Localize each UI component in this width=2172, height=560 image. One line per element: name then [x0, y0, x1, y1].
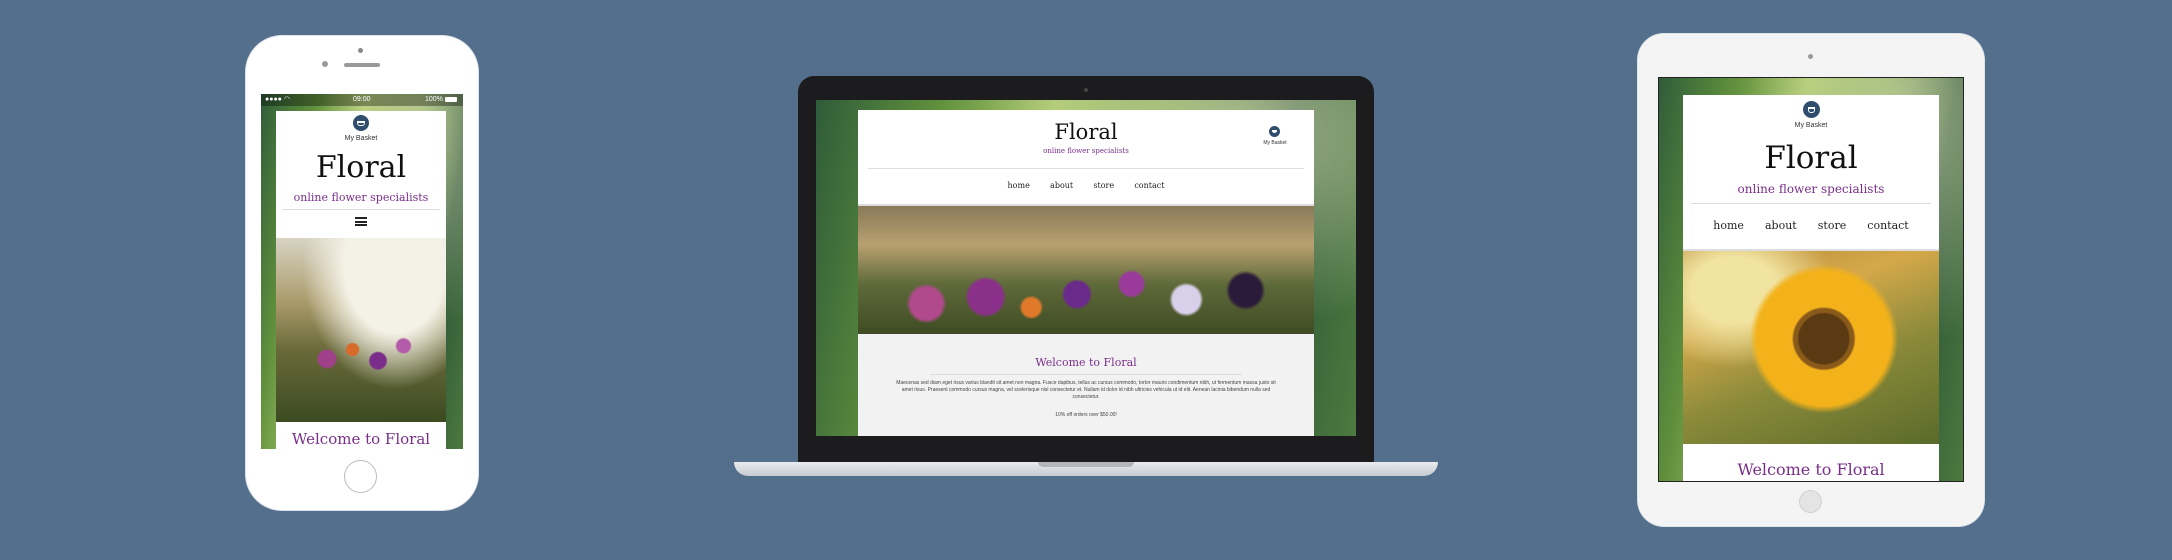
phone-time: 09:00	[353, 96, 371, 103]
hero-image	[1683, 249, 1939, 446]
welcome-heading: Welcome to Floral	[291, 430, 431, 448]
site-logo[interactable]: Floral	[858, 122, 1314, 143]
basket-label[interactable]: My Basket	[1683, 122, 1939, 129]
home-button-icon[interactable]	[344, 460, 377, 493]
site-tagline: online flower specialists	[1737, 182, 1885, 196]
nav-store[interactable]: store	[1818, 219, 1846, 232]
phone-battery: 100%	[425, 96, 443, 103]
nav-home[interactable]: home	[1008, 181, 1030, 190]
main-nav: home about store contact	[858, 181, 1314, 190]
laptop-device: Floral online flower specialists My Bask…	[734, 76, 1438, 476]
phone-screen: ●●●● ◠ 09:00 100% My Basket Floral onlin…	[261, 94, 463, 449]
phone-status-bar: ●●●● ◠ 09:00 100%	[261, 94, 463, 106]
header-divider	[1691, 203, 1931, 204]
tablet-device: My Basket Floral online flower specialis…	[1638, 34, 1984, 526]
header-divider	[868, 168, 1304, 169]
welcome-section: Welcome to Floral	[1683, 444, 1939, 481]
phone-camera	[358, 48, 363, 53]
nav-about[interactable]: about	[1050, 181, 1073, 190]
main-nav: home about store contact	[1683, 219, 1939, 232]
site-tagline: online flower specialists	[293, 191, 429, 204]
hamburger-menu-icon[interactable]	[355, 217, 367, 226]
laptop-camera	[1084, 88, 1088, 92]
site-logo[interactable]: Floral	[1683, 143, 1939, 174]
welcome-heading: Welcome to Floral	[1737, 460, 1885, 479]
basket-icon[interactable]	[353, 115, 369, 131]
basket-label[interactable]: My Basket	[1254, 140, 1296, 146]
laptop-screen: Floral online flower specialists My Bask…	[816, 100, 1356, 436]
nav-store[interactable]: store	[1093, 181, 1114, 190]
nav-contact[interactable]: contact	[1134, 181, 1164, 190]
tablet-header: My Basket Floral online flower specialis…	[1683, 95, 1939, 249]
mobile-header: My Basket Floral online flower specialis…	[276, 111, 446, 236]
site-logo[interactable]: Floral	[276, 153, 446, 183]
header-divider	[282, 209, 440, 210]
basket-label[interactable]: My Basket	[276, 135, 446, 142]
signal-icon: ●●●● ◠	[265, 96, 290, 103]
basket-icon[interactable]	[1803, 101, 1820, 118]
intro-text: Maecenas sed diam eget risus varius blan…	[896, 380, 1276, 400]
tablet-screen: My Basket Floral online flower specialis…	[1658, 77, 1964, 482]
tablet-camera	[1808, 54, 1813, 59]
welcome-section: Welcome to Floral Maecenas sed diam eget…	[858, 334, 1314, 436]
battery-icon	[445, 97, 457, 102]
hero-image	[276, 236, 446, 424]
phone-speaker	[344, 63, 380, 67]
phone-front-sensor	[322, 61, 328, 67]
phone-device: ●●●● ◠ 09:00 100% My Basket Floral onlin…	[246, 36, 478, 510]
desktop-header: Floral online flower specialists My Bask…	[858, 110, 1314, 204]
welcome-section: Welcome to Floral	[276, 422, 446, 449]
welcome-heading: Welcome to Floral	[1035, 356, 1137, 369]
nav-about[interactable]: about	[1765, 219, 1797, 232]
laptop-notch	[1038, 462, 1134, 467]
hero-image	[858, 204, 1314, 336]
nav-contact[interactable]: contact	[1867, 219, 1908, 232]
home-button-icon[interactable]	[1799, 490, 1822, 513]
offer-text: 10% off orders over $50.00!	[1055, 412, 1117, 418]
basket-icon[interactable]	[1269, 126, 1280, 137]
site-tagline: online flower specialists	[1043, 147, 1129, 155]
nav-home[interactable]: home	[1713, 219, 1744, 232]
welcome-divider	[930, 374, 1242, 375]
